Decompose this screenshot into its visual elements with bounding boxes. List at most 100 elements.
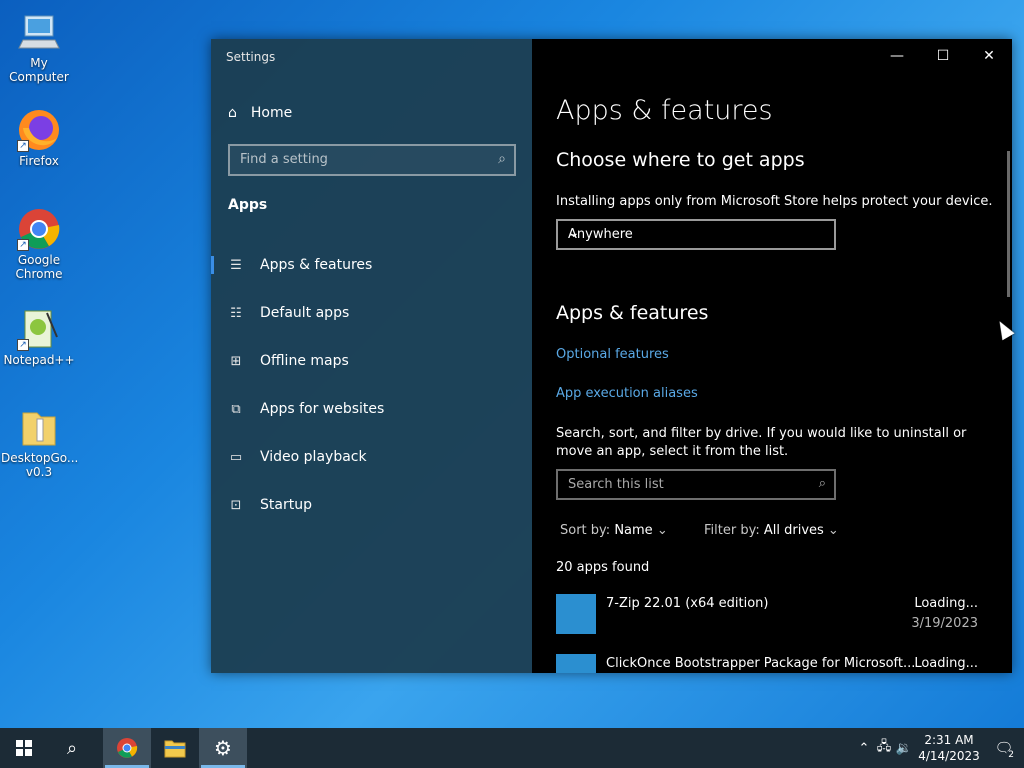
search-apps-input[interactable]: Search this list ⌕: [556, 469, 836, 500]
choose-apps-heading: Choose where to get apps: [556, 149, 805, 171]
desktop-icon-desktopgo[interactable]: DesktopGo... v0.3: [1, 405, 79, 479]
search-icon: ⌕: [498, 151, 506, 167]
maximize-button[interactable]: ☐: [920, 39, 966, 73]
search-icon: ⌕: [818, 476, 826, 491]
sidebar-item-startup[interactable]: ⊡ Startup: [211, 481, 532, 529]
search-icon: ⌕: [66, 737, 78, 759]
sidebar-item-apps-features[interactable]: ☰ Apps & features: [211, 241, 532, 289]
desktop-icon-label: My Computer: [9, 56, 69, 84]
clock[interactable]: 2:31 AM 4/14/2023: [914, 732, 984, 764]
notification-count: 2: [1006, 750, 1016, 760]
search-apps-placeholder: Search this list: [568, 477, 664, 492]
chrome-icon: ↗: [17, 207, 61, 251]
list-icon: ☰: [230, 257, 242, 273]
settings-sidebar: Settings ⌂ Home Find a setting ⌕ Apps ☰ …: [211, 39, 532, 673]
taskbar-chrome[interactable]: [103, 728, 151, 768]
sidebar-item-label: Startup: [260, 497, 312, 513]
desktop-icon-label: Google Chrome: [15, 253, 63, 281]
app-tile-icon: [556, 654, 596, 673]
app-name: ClickOnce Bootstrapper Package for Micro…: [606, 656, 916, 671]
sidebar-item-offline-maps[interactable]: ⊞ Offline maps: [211, 337, 532, 385]
taskbar: ⌕ ⚙ ⌃ 🖧 🔉 2:31 AM 4/14/2023 🗨 2: [0, 728, 1024, 768]
app-execution-aliases-link[interactable]: App execution aliases: [556, 386, 698, 401]
computer-icon: [17, 10, 61, 54]
sidebar-item-video-playback[interactable]: ▭ Video playback: [211, 433, 532, 481]
filter-label: Filter by:: [704, 523, 760, 538]
find-setting-placeholder: Find a setting: [240, 152, 328, 167]
app-date: 3/19/2023: [911, 616, 978, 631]
clock-time: 2:31 AM: [924, 733, 974, 747]
shortcut-arrow-icon: ↗: [17, 339, 29, 351]
startup-icon: ⊡: [230, 497, 242, 513]
search-description: Search, sort, and filter by drive. If yo…: [556, 426, 967, 459]
app-tile-icon: [556, 594, 596, 634]
sidebar-item-label: Apps for websites: [260, 401, 385, 417]
choose-apps-description: Installing apps only from Microsoft Stor…: [556, 194, 993, 209]
folder-zip-icon: [17, 405, 61, 449]
gear-icon: ⚙: [214, 736, 232, 760]
apps-features-heading: Apps & features: [556, 302, 709, 324]
video-icon: ▭: [229, 449, 243, 465]
chevron-up-icon[interactable]: ⌃: [854, 741, 874, 756]
volume-icon[interactable]: 🔉: [894, 741, 914, 756]
folder-icon: [164, 740, 186, 758]
sidebar-nav: ☰ Apps & features ☷ Default apps ⊞ Offli…: [211, 241, 532, 529]
sidebar-home-label: Home: [250, 105, 293, 121]
sidebar-item-default-apps[interactable]: ☷ Default apps: [211, 289, 532, 337]
clock-date: 4/14/2023: [918, 749, 980, 763]
page-title: Apps & features: [556, 95, 773, 126]
apps-count: 20 apps found: [556, 560, 650, 575]
filter-dropdown[interactable]: Filter by: All drives ⌄: [704, 523, 839, 538]
app-name: 7-Zip 22.01 (x64 edition): [606, 596, 769, 611]
default-apps-icon: ☷: [230, 305, 242, 321]
network-icon[interactable]: 🖧: [874, 737, 894, 759]
sidebar-item-label: Video playback: [260, 449, 367, 465]
optional-features-link[interactable]: Optional features: [556, 347, 669, 362]
chevron-down-icon: ⌄: [568, 225, 580, 241]
map-icon: ⊞: [230, 353, 242, 369]
taskbar-file-explorer[interactable]: [151, 728, 199, 768]
close-button[interactable]: ✕: [966, 39, 1012, 73]
sidebar-item-label: Apps & features: [260, 257, 373, 273]
find-setting-input[interactable]: Find a setting ⌕: [228, 144, 516, 176]
notification-center-button[interactable]: 🗨 2: [984, 728, 1024, 768]
home-icon: ⌂: [228, 105, 237, 121]
settings-window: Settings ⌂ Home Find a setting ⌕ Apps ☰ …: [211, 39, 1012, 673]
app-source-dropdown[interactable]: Anywhere ⌄: [556, 219, 836, 250]
notepadpp-icon: ↗: [17, 307, 61, 351]
sidebar-item-label: Offline maps: [260, 353, 349, 369]
desktop-icon-label: Notepad++: [3, 353, 75, 367]
desktop-icon-label: Firefox: [19, 154, 59, 168]
app-list-item[interactable]: 7-Zip 22.01 (x64 edition) Loading... 3/1…: [556, 594, 978, 634]
minimize-button[interactable]: —: [874, 39, 920, 73]
sidebar-item-label: Default apps: [260, 305, 350, 321]
app-size: Loading...: [914, 596, 978, 611]
desktop-icon-my-computer[interactable]: My Computer: [1, 10, 77, 84]
chevron-down-icon: ⌄: [827, 523, 839, 538]
sort-value: Name: [614, 523, 653, 538]
start-button[interactable]: [0, 728, 48, 768]
app-list-item[interactable]: ClickOnce Bootstrapper Package for Micro…: [556, 654, 978, 673]
link-window-icon: ⧉: [231, 401, 241, 417]
shortcut-arrow-icon: ↗: [17, 140, 29, 152]
scrollbar-thumb[interactable]: [1007, 151, 1010, 297]
windows-logo-icon: [16, 740, 32, 756]
window-controls: — ☐ ✕: [874, 39, 1012, 73]
firefox-icon: ↗: [17, 108, 61, 152]
shortcut-arrow-icon: ↗: [17, 239, 29, 251]
filter-value: All drives: [763, 523, 824, 538]
app-size: Loading...: [914, 656, 978, 671]
chrome-icon: [117, 738, 138, 758]
desktop-icon-label: DesktopGo... v0.3: [1, 451, 79, 479]
desktop-icon-firefox[interactable]: ↗ Firefox: [1, 108, 77, 168]
desktop-icon-chrome[interactable]: ↗ Google Chrome: [1, 207, 77, 281]
sort-label: Sort by:: [560, 523, 611, 538]
sidebar-home[interactable]: ⌂ Home: [228, 105, 292, 121]
chevron-down-icon: ⌄: [656, 523, 668, 538]
window-title: Settings: [226, 50, 276, 64]
desktop-icon-notepadpp[interactable]: ↗ Notepad++: [1, 307, 77, 367]
taskbar-settings[interactable]: ⚙: [199, 728, 247, 768]
sort-dropdown[interactable]: Sort by: Name ⌄: [560, 523, 668, 538]
sidebar-item-apps-for-websites[interactable]: ⧉ Apps for websites: [211, 385, 532, 433]
taskbar-search-button[interactable]: ⌕: [48, 728, 96, 768]
